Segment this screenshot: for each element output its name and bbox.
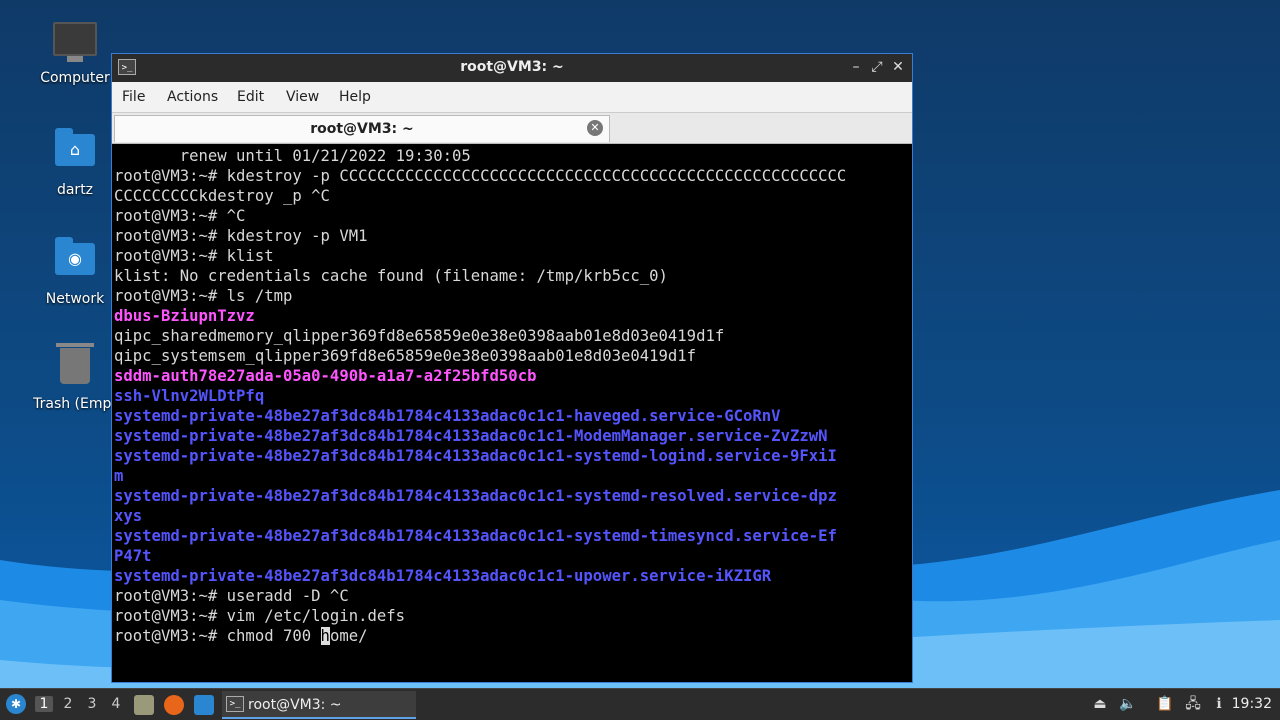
- taskbar: ✱ 1 2 3 4 >_ root@VM3: ~ ⏏ 🔈 📋 🖧 ℹ 19:32: [0, 688, 1280, 720]
- clock: 19:32: [1231, 696, 1272, 712]
- desktop-icon-computer[interactable]: Computer: [27, 18, 123, 86]
- tab-bar: root@VM3: ~ ✕: [112, 112, 912, 144]
- terminal-line: dbus-BziupnTzvz: [114, 307, 255, 325]
- volume-icon[interactable]: 🔈: [1119, 695, 1137, 713]
- maximize-button[interactable]: ⤢: [867, 57, 887, 77]
- menu-file[interactable]: File: [122, 89, 145, 105]
- terminal-line: root@VM3:~# ls /tmp: [114, 287, 293, 305]
- menu-view[interactable]: View: [286, 89, 319, 105]
- desktop-icon-label: Trash (Empt: [33, 396, 117, 412]
- menu-help[interactable]: Help: [339, 89, 371, 105]
- terminal-line: xys: [114, 507, 143, 525]
- firefox-icon[interactable]: [164, 695, 184, 715]
- clipboard-icon[interactable]: 📋: [1156, 695, 1174, 713]
- network-folder-icon: ◉: [55, 237, 95, 275]
- task-label: root@VM3: ~: [248, 697, 342, 713]
- desktop-icon[interactable]: [194, 695, 214, 715]
- terminal-line: systemd-private-48be27af3dc84b1784c4133a…: [114, 407, 781, 425]
- terminal-line: systemd-private-48be27af3dc84b1784c4133a…: [114, 527, 837, 545]
- file-manager-icon[interactable]: [134, 695, 154, 715]
- terminal-line: renew until 01/21/2022 19:30:05: [114, 147, 471, 165]
- text-cursor: h: [320, 627, 330, 645]
- terminal-line: m: [114, 467, 124, 485]
- desktop-icon-label: Computer: [40, 70, 110, 86]
- prompt-text: root@VM3:~# chmod 700: [114, 627, 321, 645]
- terminal-line: root@VM3:~# kdestroy -p CCCCCCCCCCCCCCCC…: [114, 167, 847, 185]
- eject-icon[interactable]: ⏏: [1091, 695, 1109, 713]
- terminal-line: systemd-private-48be27af3dc84b1784c4133a…: [114, 487, 837, 505]
- start-menu-icon[interactable]: ✱: [6, 694, 26, 714]
- close-button[interactable]: ✕: [888, 57, 908, 77]
- terminal-icon: >_: [226, 696, 244, 712]
- terminal-line: klist: No credentials cache found (filen…: [114, 267, 668, 285]
- terminal-line: systemd-private-48be27af3dc84b1784c4133a…: [114, 567, 772, 585]
- terminal-line: systemd-private-48be27af3dc84b1784c4133a…: [114, 447, 837, 465]
- terminal-line: ssh-Vlnv2WLDtPfq: [114, 387, 265, 405]
- trash-icon: [56, 343, 94, 384]
- workspace-3[interactable]: 3: [83, 696, 101, 712]
- desktop-icon-network[interactable]: ◉ Network: [27, 235, 123, 307]
- terminal-line: root@VM3:~# klist: [114, 247, 274, 265]
- terminal-line: qipc_systemsem_qlipper369fd8e65859e0e38e…: [114, 347, 697, 365]
- terminal-line: qipc_sharedmemory_qlipper369fd8e65859e0e…: [114, 327, 725, 345]
- terminal-line: root@VM3:~# kdestroy -p VM1: [114, 227, 368, 245]
- terminal-line: P47t: [114, 547, 152, 565]
- workspace-1[interactable]: 1: [35, 696, 53, 712]
- terminal-line: systemd-private-48be27af3dc84b1784c4133a…: [114, 427, 828, 445]
- terminal-line: root@VM3:~# ^C: [114, 207, 246, 225]
- minimize-button[interactable]: –: [846, 57, 866, 77]
- tab-terminal[interactable]: root@VM3: ~ ✕: [114, 115, 610, 142]
- desktop-icon-label: Network: [45, 291, 105, 307]
- info-icon[interactable]: ℹ: [1210, 695, 1228, 713]
- desktop-icon-home[interactable]: ⌂ dartz: [27, 126, 123, 198]
- desktop-icon-trash[interactable]: Trash (Empt: [27, 343, 123, 412]
- terminal-window: >_ root@VM3: ~ – ⤢ ✕ File Actions Edit V…: [111, 53, 913, 683]
- desktop-icon-label: dartz: [56, 182, 94, 198]
- terminal-line: CCCCCCCCCkdestroy _p ^C: [114, 187, 330, 205]
- network-icon[interactable]: 🖧: [1184, 695, 1202, 713]
- tab-close-icon[interactable]: ✕: [587, 120, 603, 136]
- computer-icon: [53, 22, 97, 56]
- prompt-text-after-cursor: ome/: [329, 627, 368, 645]
- workspace-4[interactable]: 4: [107, 696, 125, 712]
- window-title: root@VM3: ~: [460, 59, 564, 75]
- window-titlebar[interactable]: >_ root@VM3: ~ – ⤢ ✕: [112, 54, 912, 82]
- workspace-2[interactable]: 2: [59, 696, 77, 712]
- menu-actions[interactable]: Actions: [167, 89, 218, 105]
- terminal-line: root@VM3:~# vim /etc/login.defs: [114, 607, 406, 625]
- terminal-output[interactable]: renew until 01/21/2022 19:30:05 root@VM3:…: [114, 146, 910, 680]
- terminal-line: root@VM3:~# useradd -D ^C: [114, 587, 349, 605]
- terminal-line: sddm-auth78e27ada-05a0-490b-a1a7-a2f25bf…: [114, 367, 537, 385]
- home-folder-icon: ⌂: [55, 128, 95, 166]
- taskbar-task-terminal[interactable]: >_ root@VM3: ~: [222, 691, 416, 719]
- tab-label: root@VM3: ~: [310, 121, 414, 137]
- menu-bar: File Actions Edit View Help: [112, 82, 912, 112]
- terminal-prompt-line[interactable]: root@VM3:~# chmod 700 home/: [114, 626, 910, 646]
- menu-edit[interactable]: Edit: [237, 89, 264, 105]
